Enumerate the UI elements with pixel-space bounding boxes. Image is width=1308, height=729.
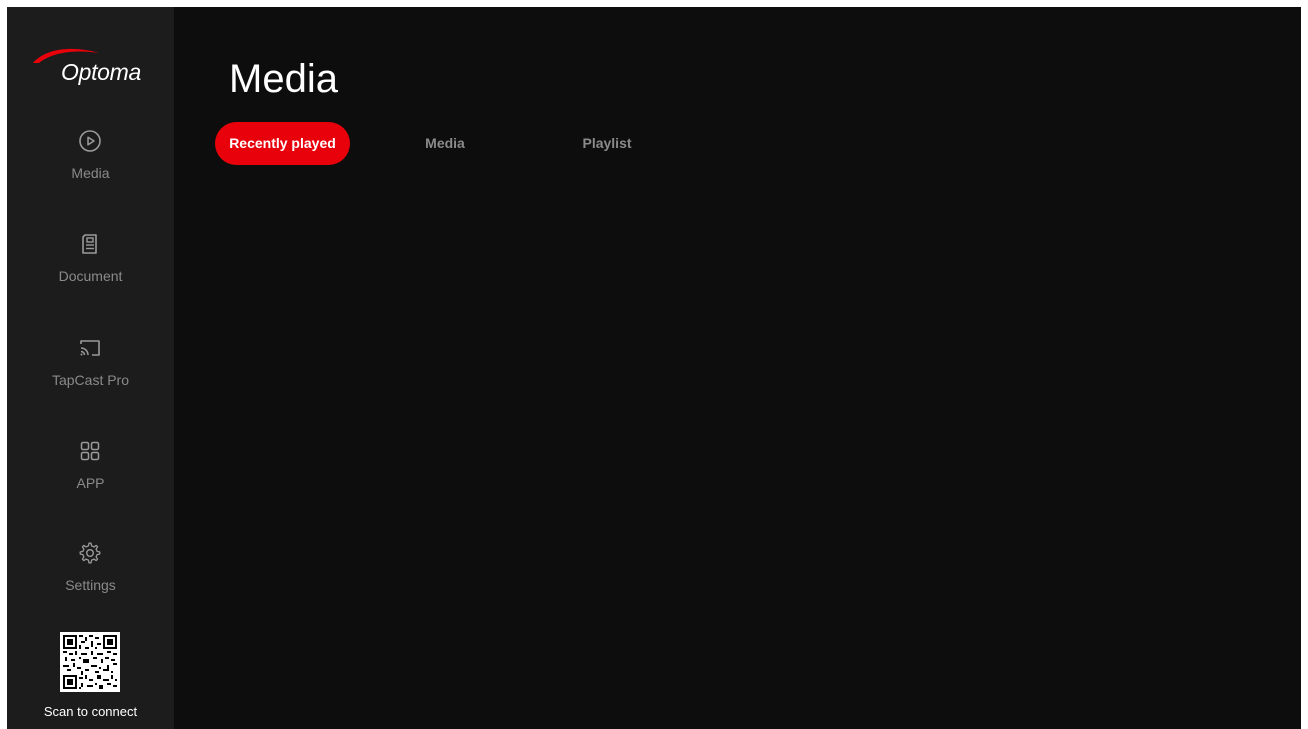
sidebar-item-document[interactable]: Document: [7, 232, 174, 312]
sidebar-item-label: APP: [76, 475, 105, 491]
tab-playlist[interactable]: Playlist: [547, 122, 667, 165]
apps-grid-icon: [80, 441, 100, 461]
sidebar: Optoma Media Document TapCast Pro APP Se…: [7, 7, 174, 729]
sidebar-item-label: Document: [58, 268, 123, 284]
tab-media[interactable]: Media: [385, 122, 505, 165]
sidebar-item-media[interactable]: Media: [7, 129, 174, 209]
qr-code-icon: [60, 632, 120, 692]
gear-icon: [79, 542, 101, 564]
sidebar-item-app[interactable]: APP: [7, 439, 174, 519]
screen: Optoma Media Document TapCast Pro APP Se…: [7, 7, 1301, 729]
logo-text: Optoma: [61, 59, 142, 85]
play-circle-icon: [79, 130, 101, 152]
sidebar-item-label: TapCast Pro: [51, 372, 130, 388]
sidebar-item-tapcast-pro[interactable]: TapCast Pro: [7, 336, 174, 416]
cast-icon: [80, 340, 100, 356]
scan-to-connect-label: Scan to connect: [43, 704, 138, 719]
document-icon: [82, 234, 97, 254]
page-title: Media: [229, 57, 338, 101]
sidebar-item-settings[interactable]: Settings: [7, 541, 174, 621]
sidebar-item-label: Media: [71, 165, 110, 181]
optoma-logo: Optoma: [31, 47, 155, 91]
tab-recently-played[interactable]: Recently played: [215, 122, 350, 165]
sidebar-item-label: Settings: [65, 577, 116, 593]
